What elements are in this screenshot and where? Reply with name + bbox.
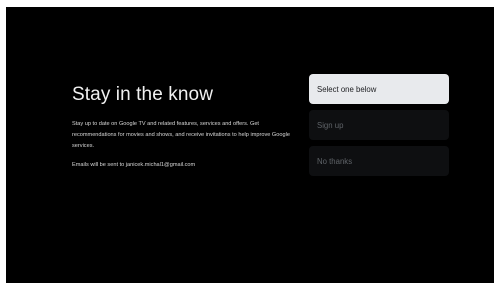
email-note: Emails will be sent to janicek.michal1@g… — [72, 162, 196, 168]
option-label: No thanks — [317, 156, 353, 166]
tv-screen: Stay in the know Stay up to date on Goog… — [6, 7, 494, 283]
info-panel: Stay in the know Stay up to date on Goog… — [72, 83, 292, 170]
options-list: Select one below Sign up No thanks — [309, 74, 449, 182]
no-thanks-button[interactable]: No thanks — [309, 146, 449, 176]
sign-up-button[interactable]: Sign up — [309, 110, 449, 140]
description-text: Stay up to date on Google TV and related… — [72, 121, 290, 149]
page-title: Stay in the know — [72, 84, 214, 105]
option-label: Select one below — [317, 84, 377, 94]
select-one-below-option[interactable]: Select one below — [309, 74, 449, 104]
option-label: Sign up — [317, 120, 344, 130]
